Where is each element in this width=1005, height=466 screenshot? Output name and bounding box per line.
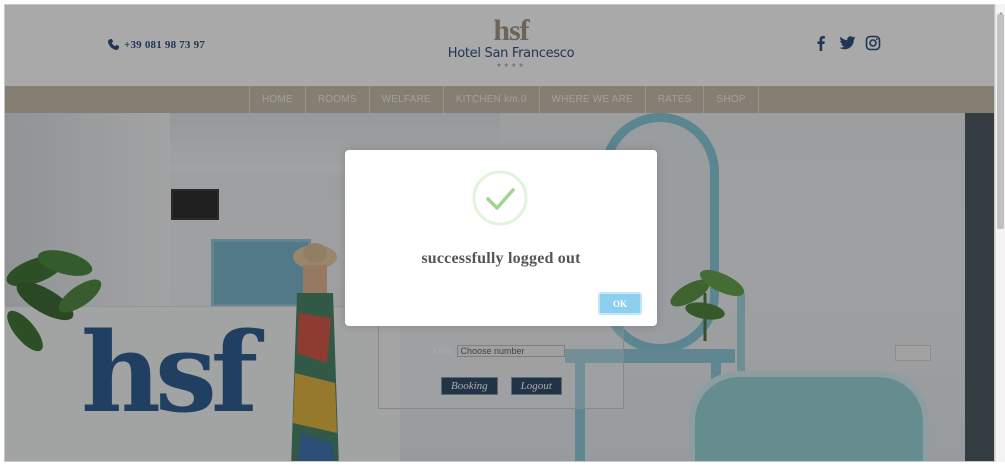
browser-viewport: +39 081 98 73 97 hsf Hotel San Francesco… bbox=[4, 4, 995, 462]
checkmark-icon bbox=[471, 169, 529, 227]
success-dialog: successfully logged out OK bbox=[345, 150, 657, 326]
dialog-message: successfully logged out bbox=[421, 250, 581, 267]
scrollbar-thumb[interactable] bbox=[997, 14, 1004, 229]
scroll-up-icon[interactable] bbox=[997, 5, 1005, 16]
vertical-scrollbar[interactable] bbox=[995, 4, 1005, 462]
ok-button[interactable]: OK bbox=[598, 292, 642, 315]
